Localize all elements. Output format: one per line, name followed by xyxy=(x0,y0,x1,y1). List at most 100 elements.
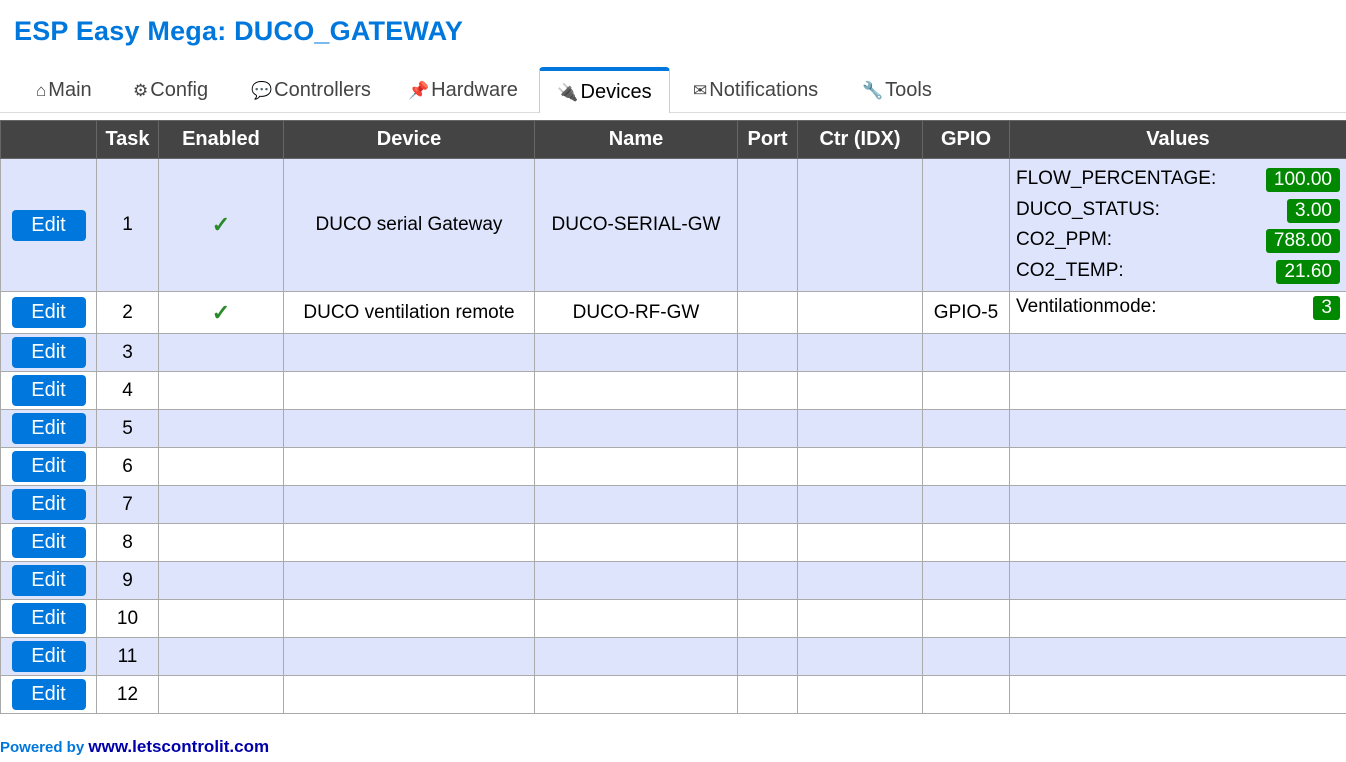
gpio-cell xyxy=(922,637,1010,676)
task-cell: 9 xyxy=(96,561,159,600)
col-header-device: Device xyxy=(283,120,535,159)
edit-cell: Edit xyxy=(0,637,97,676)
col-header-task: Task xyxy=(96,120,159,159)
table-header-row: Task Enabled Device Name Port Ctr (IDX) … xyxy=(0,120,1346,159)
edit-button[interactable]: Edit xyxy=(11,603,86,634)
values-cell xyxy=(1009,485,1346,524)
task-cell: 12 xyxy=(96,675,159,714)
ctr-cell xyxy=(797,291,923,334)
edit-button[interactable]: Edit xyxy=(11,297,86,328)
col-header-values: Values xyxy=(1009,120,1346,159)
port-cell xyxy=(737,158,798,292)
edit-cell: Edit xyxy=(0,485,97,524)
edit-button[interactable]: Edit xyxy=(11,565,86,596)
name-cell xyxy=(534,675,738,714)
name-cell xyxy=(534,447,738,486)
tab-label: Main xyxy=(48,79,92,101)
edit-button[interactable]: Edit xyxy=(11,527,86,558)
ctr-cell xyxy=(797,158,923,292)
ctr-cell xyxy=(797,371,923,410)
task-cell: 8 xyxy=(96,523,159,562)
port-cell xyxy=(737,291,798,334)
edit-cell: Edit xyxy=(0,561,97,600)
enabled-cell xyxy=(158,675,284,714)
ctr-cell xyxy=(797,333,923,372)
task-cell: 6 xyxy=(96,447,159,486)
device-cell xyxy=(283,561,535,600)
col-header-edit xyxy=(0,120,97,159)
plug-icon: 🔌 xyxy=(557,83,579,102)
tab-devices[interactable]: 🔌 Devices xyxy=(539,67,670,113)
footer-link[interactable]: www.letscontrolit.com xyxy=(88,737,269,756)
device-cell xyxy=(283,333,535,372)
values-cell xyxy=(1009,333,1346,372)
device-cell: DUCO ventilation remote xyxy=(283,291,535,334)
table-row: Edit 1 ✓ DUCO serial Gateway DUCO-SERIAL-GW F… xyxy=(0,158,1346,292)
value-badge: 100.00 xyxy=(1265,168,1340,192)
value-row: CO2_TEMP: 21.60 xyxy=(1016,256,1340,287)
speech-bubble-icon: 💬 xyxy=(251,81,273,100)
edit-button[interactable]: Edit xyxy=(11,209,86,241)
name-cell xyxy=(534,561,738,600)
edit-button[interactable]: Edit xyxy=(11,489,86,520)
edit-button[interactable]: Edit xyxy=(11,413,86,444)
value-badge: 3 xyxy=(1313,296,1340,320)
port-cell xyxy=(737,599,798,638)
table-row: Edit 11 xyxy=(0,637,1346,676)
device-cell xyxy=(283,637,535,676)
edit-button[interactable]: Edit xyxy=(11,679,86,710)
value-label: FLOW_PERCENTAGE: xyxy=(1016,168,1217,189)
port-cell xyxy=(737,447,798,486)
ctr-cell xyxy=(797,409,923,448)
gpio-cell: GPIO-5 xyxy=(922,291,1010,334)
gear-icon: ⚙ xyxy=(133,81,149,100)
value-label: Ventilationmode: xyxy=(1016,296,1157,317)
gpio-cell xyxy=(922,333,1010,372)
values-cell: Ventilationmode: 3 xyxy=(1009,291,1346,334)
values-cell: FLOW_PERCENTAGE: 100.00 DUCO_STATUS: 3.00 CO… xyxy=(1009,158,1346,292)
table-row: Edit 3 xyxy=(0,333,1346,372)
task-cell: 3 xyxy=(96,333,159,372)
value-badge: 788.00 xyxy=(1265,229,1340,253)
tab-controllers[interactable]: 💬 Controllers xyxy=(251,67,371,111)
tab-tools[interactable]: 🔧 Tools xyxy=(862,67,932,111)
value-label: CO2_TEMP: xyxy=(1016,259,1124,281)
device-cell xyxy=(283,409,535,448)
name-cell: DUCO-SERIAL-GW xyxy=(534,158,738,292)
footer-prefix: Powered by xyxy=(0,739,85,756)
gpio-cell xyxy=(922,599,1010,638)
device-cell xyxy=(283,675,535,714)
edit-button[interactable]: Edit xyxy=(11,375,86,406)
device-cell xyxy=(283,523,535,562)
ctr-cell xyxy=(797,485,923,524)
enabled-cell xyxy=(158,333,284,372)
edit-cell: Edit xyxy=(0,599,97,638)
edit-cell: Edit xyxy=(0,523,97,562)
tab-bar: ⌂ Main ⚙ Config 💬 Controllers 📌 Hardware 🔌 De… xyxy=(0,67,1346,113)
gpio-cell xyxy=(922,447,1010,486)
ctr-cell xyxy=(797,561,923,600)
edit-button[interactable]: Edit xyxy=(11,641,86,672)
table-row: Edit 6 xyxy=(0,447,1346,486)
edit-button[interactable]: Edit xyxy=(11,337,86,368)
tab-label: Controllers xyxy=(274,79,371,101)
ctr-cell xyxy=(797,523,923,562)
edit-cell: Edit xyxy=(0,371,97,410)
values-cell xyxy=(1009,561,1346,600)
home-icon: ⌂ xyxy=(36,81,47,100)
name-cell xyxy=(534,637,738,676)
col-header-name: Name xyxy=(534,120,738,159)
edit-button[interactable]: Edit xyxy=(11,451,86,482)
device-cell xyxy=(283,447,535,486)
tab-main[interactable]: ⌂ Main xyxy=(36,67,92,111)
task-cell: 7 xyxy=(96,485,159,524)
tab-config[interactable]: ⚙ Config xyxy=(133,67,208,111)
edit-cell: Edit xyxy=(0,447,97,486)
tab-notifications[interactable]: ✉ Notifications xyxy=(693,67,818,111)
table-row: Edit 12 xyxy=(0,675,1346,714)
gpio-cell xyxy=(922,523,1010,562)
enabled-cell: ✓ xyxy=(158,158,284,292)
edit-cell: Edit xyxy=(0,333,97,372)
enabled-cell xyxy=(158,447,284,486)
tab-hardware[interactable]: 📌 Hardware xyxy=(408,67,518,111)
